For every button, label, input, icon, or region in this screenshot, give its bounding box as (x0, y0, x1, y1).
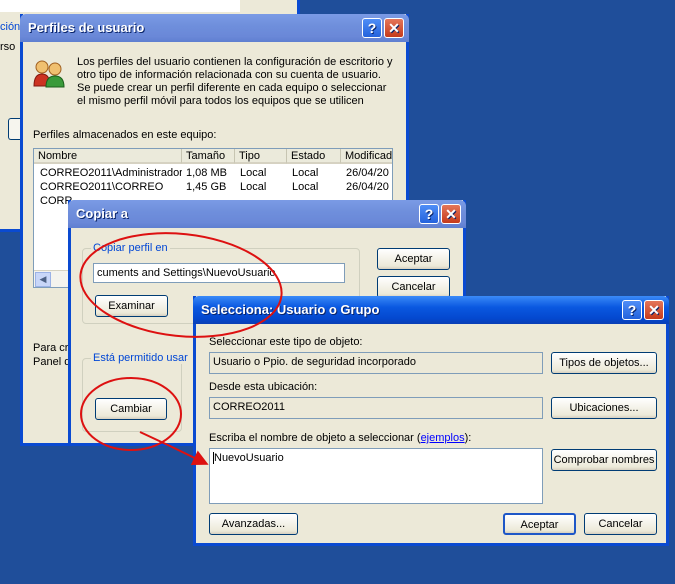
column-header[interactable]: Modificado (341, 149, 392, 164)
close-button[interactable]: ✕ (644, 300, 664, 320)
cancel-button[interactable]: Cancelar (584, 513, 657, 535)
copy-path-input[interactable]: cuments and Settings\NuevoUsuario (93, 263, 345, 283)
select-user-titlebar[interactable]: Selecciona: Usuario o Grupo ? ✕ (193, 296, 669, 324)
table-cell[interactable]: CORREO2011\CORREO (40, 181, 182, 193)
select-user-title: Selecciona: Usuario o Grupo (201, 302, 380, 317)
examples-link[interactable]: ejemplos (421, 432, 465, 444)
column-header[interactable]: Estado (287, 149, 341, 164)
help-button[interactable]: ? (362, 18, 382, 38)
scroll-left-icon[interactable]: ◀ (35, 272, 51, 287)
object-name-value: NuevoUsuario (213, 452, 284, 464)
ok-button[interactable]: Aceptar (377, 248, 450, 270)
object-type-field: Usuario o Ppio. de seguridad incorporado (209, 352, 543, 374)
table-cell: 26/04/20 (346, 181, 389, 193)
column-header[interactable]: Nombre (34, 149, 182, 164)
cancel-button[interactable]: Cancelar (377, 276, 450, 298)
allowed-group (82, 358, 182, 432)
profiles-title: Perfiles de usuario (28, 20, 145, 35)
object-name-label: Escriba el nombre de objeto a selecciona… (209, 432, 472, 444)
profiles-intro: Los perfiles del usuario contienen la co… (77, 56, 393, 107)
select-user-dialog: Selecciona: Usuario o Grupo ? ✕ Seleccio… (193, 296, 669, 546)
column-header[interactable]: Tamaño (182, 149, 235, 164)
copy-to-titlebar[interactable]: Copiar a ? ✕ (68, 200, 466, 228)
users-icon (33, 60, 65, 88)
table-cell: Local (292, 181, 319, 193)
help-button[interactable]: ? (419, 204, 439, 224)
advanced-button[interactable]: Avanzadas... (209, 513, 298, 535)
table-cell[interactable]: CORREO2011\Administrador (40, 167, 182, 179)
close-button[interactable]: ✕ (384, 18, 404, 38)
allowed-group-label: Está permitido usar (91, 352, 190, 364)
object-type-label: Seleccionar este tipo de objeto: (209, 336, 363, 348)
bottom-text: Para cr (33, 342, 69, 354)
profiles-titlebar[interactable]: Perfiles de usuario ? ✕ (20, 14, 409, 42)
help-button[interactable]: ? (622, 300, 642, 320)
location-label: Desde esta ubicación: (209, 381, 318, 393)
ok-button[interactable]: Aceptar (503, 513, 576, 535)
table-cell: 1,45 GB (186, 181, 227, 193)
check-names-button[interactable]: Comprobar nombres (551, 449, 657, 471)
table-cell: Local (292, 167, 319, 179)
table-cell: 26/04/20 (346, 167, 389, 179)
copy-profile-group-label: Copiar perfil en (91, 242, 170, 254)
object-types-button[interactable]: Tipos de objetos... (551, 352, 657, 374)
table-cell: Local (240, 167, 267, 179)
bottom-text: Panel d (33, 356, 71, 368)
object-name-input[interactable]: NuevoUsuario (209, 448, 543, 504)
locations-button[interactable]: Ubicaciones... (551, 397, 657, 419)
column-header[interactable]: Tipo (235, 149, 287, 164)
table-cell: 1,08 MB (186, 167, 227, 179)
location-field: CORREO2011 (209, 397, 543, 419)
background-text: ción (0, 21, 21, 33)
copy-to-title: Copiar a (76, 206, 129, 221)
background-text: rso (0, 41, 16, 53)
close-button[interactable]: ✕ (441, 204, 461, 224)
stored-profiles-label: Perfiles almacenados en este equipo: (33, 129, 217, 141)
browse-button[interactable]: Examinar (95, 295, 168, 317)
table-cell: Local (240, 181, 267, 193)
background-window-header (0, 0, 240, 12)
change-button[interactable]: Cambiar (95, 398, 167, 420)
